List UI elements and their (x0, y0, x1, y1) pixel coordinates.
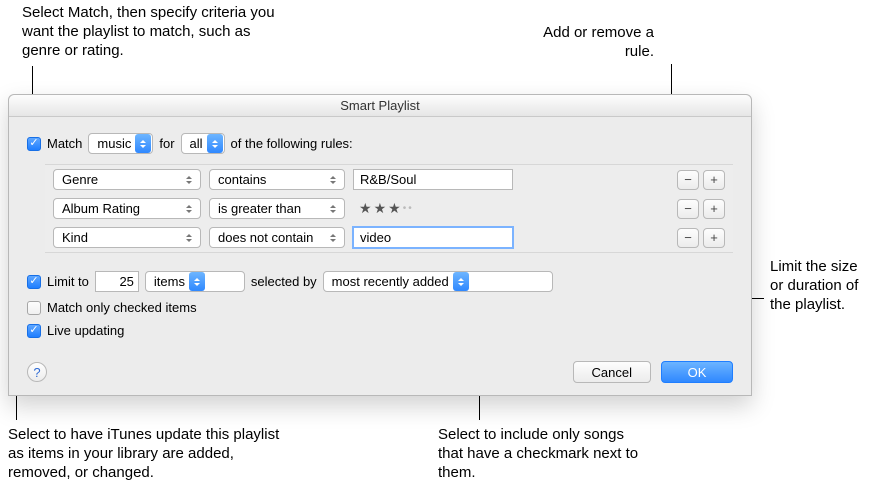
remove-rule-button[interactable]: − (677, 228, 699, 248)
limit-checkbox[interactable] (27, 275, 41, 289)
chevron-updown-icon (182, 170, 196, 189)
add-rule-button[interactable]: + (703, 228, 725, 248)
rules-area: Genrecontains−+Album Ratingis greater th… (45, 164, 733, 253)
callout-match: Select Match, then specify criteria you … (22, 4, 282, 60)
chevron-updown-icon (207, 134, 223, 153)
popup-value: Genre (62, 172, 98, 187)
star-icon: ★ (374, 200, 387, 217)
help-button[interactable]: ? (27, 362, 47, 382)
rule-field-popup[interactable]: Genre (53, 169, 201, 190)
rule-condition-popup[interactable]: does not contain (209, 227, 345, 248)
match-source-popup[interactable]: music (88, 133, 153, 154)
rule-row: Genre contains −+ (45, 165, 733, 194)
chevron-updown-icon (326, 170, 340, 189)
match-only-checked-checkbox[interactable] (27, 301, 41, 315)
rule-condition-popup[interactable]: is greater than (209, 198, 345, 219)
for-label: for (159, 136, 174, 151)
popup-value: Kind (62, 230, 88, 245)
callout-limit: Limit the size or duration of the playli… (770, 258, 870, 314)
remove-rule-button[interactable]: − (677, 170, 699, 190)
rule-field-popup[interactable]: Kind (53, 227, 201, 248)
rule-value-input[interactable] (353, 169, 513, 190)
live-updating-checkbox[interactable] (27, 324, 41, 338)
rule-buttons: −+ (677, 228, 725, 248)
popup-value: is greater than (218, 201, 301, 216)
popup-value: Album Rating (62, 201, 140, 216)
cancel-button[interactable]: Cancel (573, 361, 651, 383)
callout-live: Select to have iTunes update this playli… (8, 426, 298, 482)
smart-playlist-dialog: Smart Playlist Match music for all of th… (8, 94, 752, 396)
rule-buttons: −+ (677, 170, 725, 190)
popup-value: music (97, 136, 131, 151)
chevron-updown-icon (189, 272, 205, 291)
rule-buttons: −+ (677, 199, 725, 219)
callout-checked: Select to include only songs that have a… (438, 426, 648, 482)
remove-rule-button[interactable]: − (677, 199, 699, 219)
chevron-updown-icon (326, 199, 340, 218)
live-updating-label: Live updating (47, 323, 124, 338)
star-dot-icon: • (403, 203, 407, 214)
popup-value: items (154, 274, 185, 289)
star-dot-icon: • (408, 203, 412, 214)
match-quantifier-popup[interactable]: all (181, 133, 225, 154)
limit-selectedby-popup[interactable]: most recently added (323, 271, 553, 292)
star-icon: ★ (359, 200, 372, 217)
limit-label: Limit to (47, 274, 89, 289)
rules-suffix-label: of the following rules: (231, 136, 353, 151)
add-rule-button[interactable]: + (703, 199, 725, 219)
match-checkbox[interactable] (27, 137, 41, 151)
chevron-updown-icon (182, 199, 196, 218)
selected-by-label: selected by (251, 274, 317, 289)
popup-value: does not contain (218, 230, 313, 245)
rule-row: Kind does not contain −+ (45, 223, 733, 252)
popup-value: all (190, 136, 203, 151)
rule-stars-value[interactable]: ★★★•• (353, 200, 513, 217)
callout-addremove: Add or remove a rule. (524, 24, 654, 62)
rule-condition-popup[interactable]: contains (209, 169, 345, 190)
popup-value: most recently added (332, 274, 449, 289)
limit-unit-popup[interactable]: items (145, 271, 245, 292)
add-rule-button[interactable]: + (703, 170, 725, 190)
limit-count-input[interactable] (95, 271, 139, 292)
rule-row: Album Ratingis greater than★★★••−+ (45, 194, 733, 223)
match-label: Match (47, 136, 82, 151)
chevron-updown-icon (326, 228, 340, 247)
chevron-updown-icon (182, 228, 196, 247)
chevron-updown-icon (135, 134, 151, 153)
rule-value-input[interactable] (353, 227, 513, 248)
match-only-checked-label: Match only checked items (47, 300, 197, 315)
rule-field-popup[interactable]: Album Rating (53, 198, 201, 219)
popup-value: contains (218, 172, 266, 187)
dialog-title: Smart Playlist (9, 95, 751, 117)
chevron-updown-icon (453, 272, 469, 291)
ok-button[interactable]: OK (661, 361, 733, 383)
star-icon: ★ (388, 200, 401, 217)
